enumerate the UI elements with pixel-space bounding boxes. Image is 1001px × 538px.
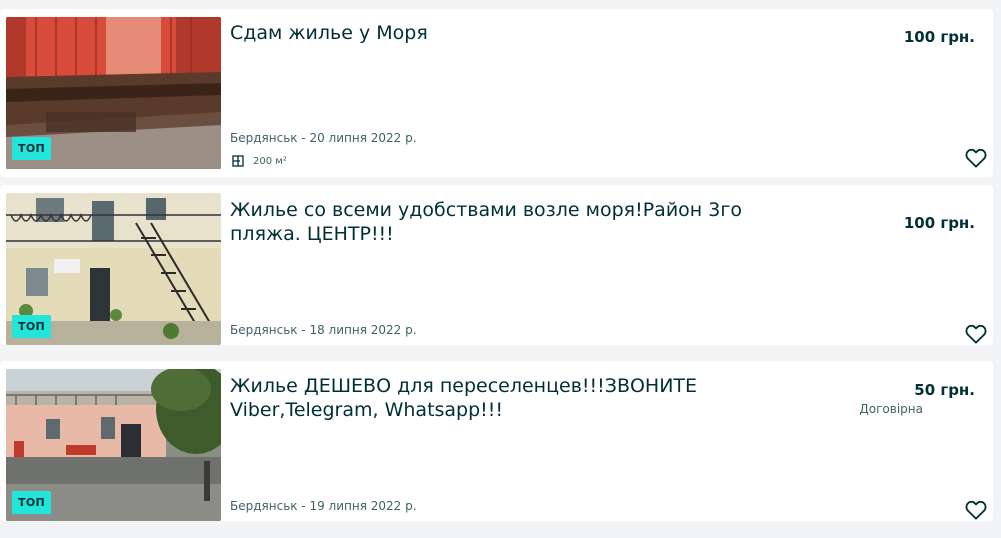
heart-outline-icon	[965, 324, 987, 344]
listing-photo[interactable]: ТОП	[6, 369, 221, 521]
listing-card[interactable]: ТОП Жилье со всеми удобствами возле моря…	[0, 185, 993, 345]
listing-photo[interactable]: ТОП	[6, 193, 221, 345]
area-value: 200 м²	[253, 155, 287, 167]
listing-card[interactable]: ТОП Жилье ДЕШЕВО для переселенцев!!!ЗВОН…	[0, 361, 993, 521]
listing-location-date: Бердянськ - 20 липня 2022 р.	[230, 131, 417, 145]
listing-photo[interactable]: ТОП	[6, 17, 221, 169]
heart-outline-icon	[965, 148, 987, 168]
listing-title[interactable]: Жилье со всеми удобствами возле моря!Рай…	[230, 198, 770, 246]
favorite-button[interactable]	[965, 148, 987, 168]
top-badge: ТОП	[12, 315, 51, 338]
listing-price: 50 грн.	[914, 381, 975, 399]
listing-results: ТОП Сдам жилье у Моря 100 грн. Бердянськ…	[0, 0, 1001, 538]
listing-title[interactable]: Сдам жилье у Моря	[230, 21, 770, 45]
listing-location-date: Бердянськ - 19 липня 2022 р.	[230, 499, 417, 513]
listing-price: 100 грн.	[903, 28, 975, 46]
listing-location-date: Бердянськ - 18 липня 2022 р.	[230, 323, 417, 337]
listing-title[interactable]: Жилье ДЕШЕВО для переселенцев!!!ЗВОНИТЕ …	[230, 374, 770, 422]
top-badge: ТОП	[12, 491, 51, 514]
favorite-button[interactable]	[965, 500, 987, 520]
listing-card[interactable]: ТОП Сдам жилье у Моря 100 грн. Бердянськ…	[0, 9, 993, 177]
top-badge: ТОП	[12, 137, 51, 160]
heart-outline-icon	[965, 500, 987, 520]
listing-price: 100 грн.	[903, 214, 975, 232]
listing-area: 200 м²	[232, 155, 287, 167]
favorite-button[interactable]	[965, 324, 987, 344]
negotiable-label: Договірна	[859, 402, 923, 416]
floorplan-icon	[232, 155, 244, 167]
